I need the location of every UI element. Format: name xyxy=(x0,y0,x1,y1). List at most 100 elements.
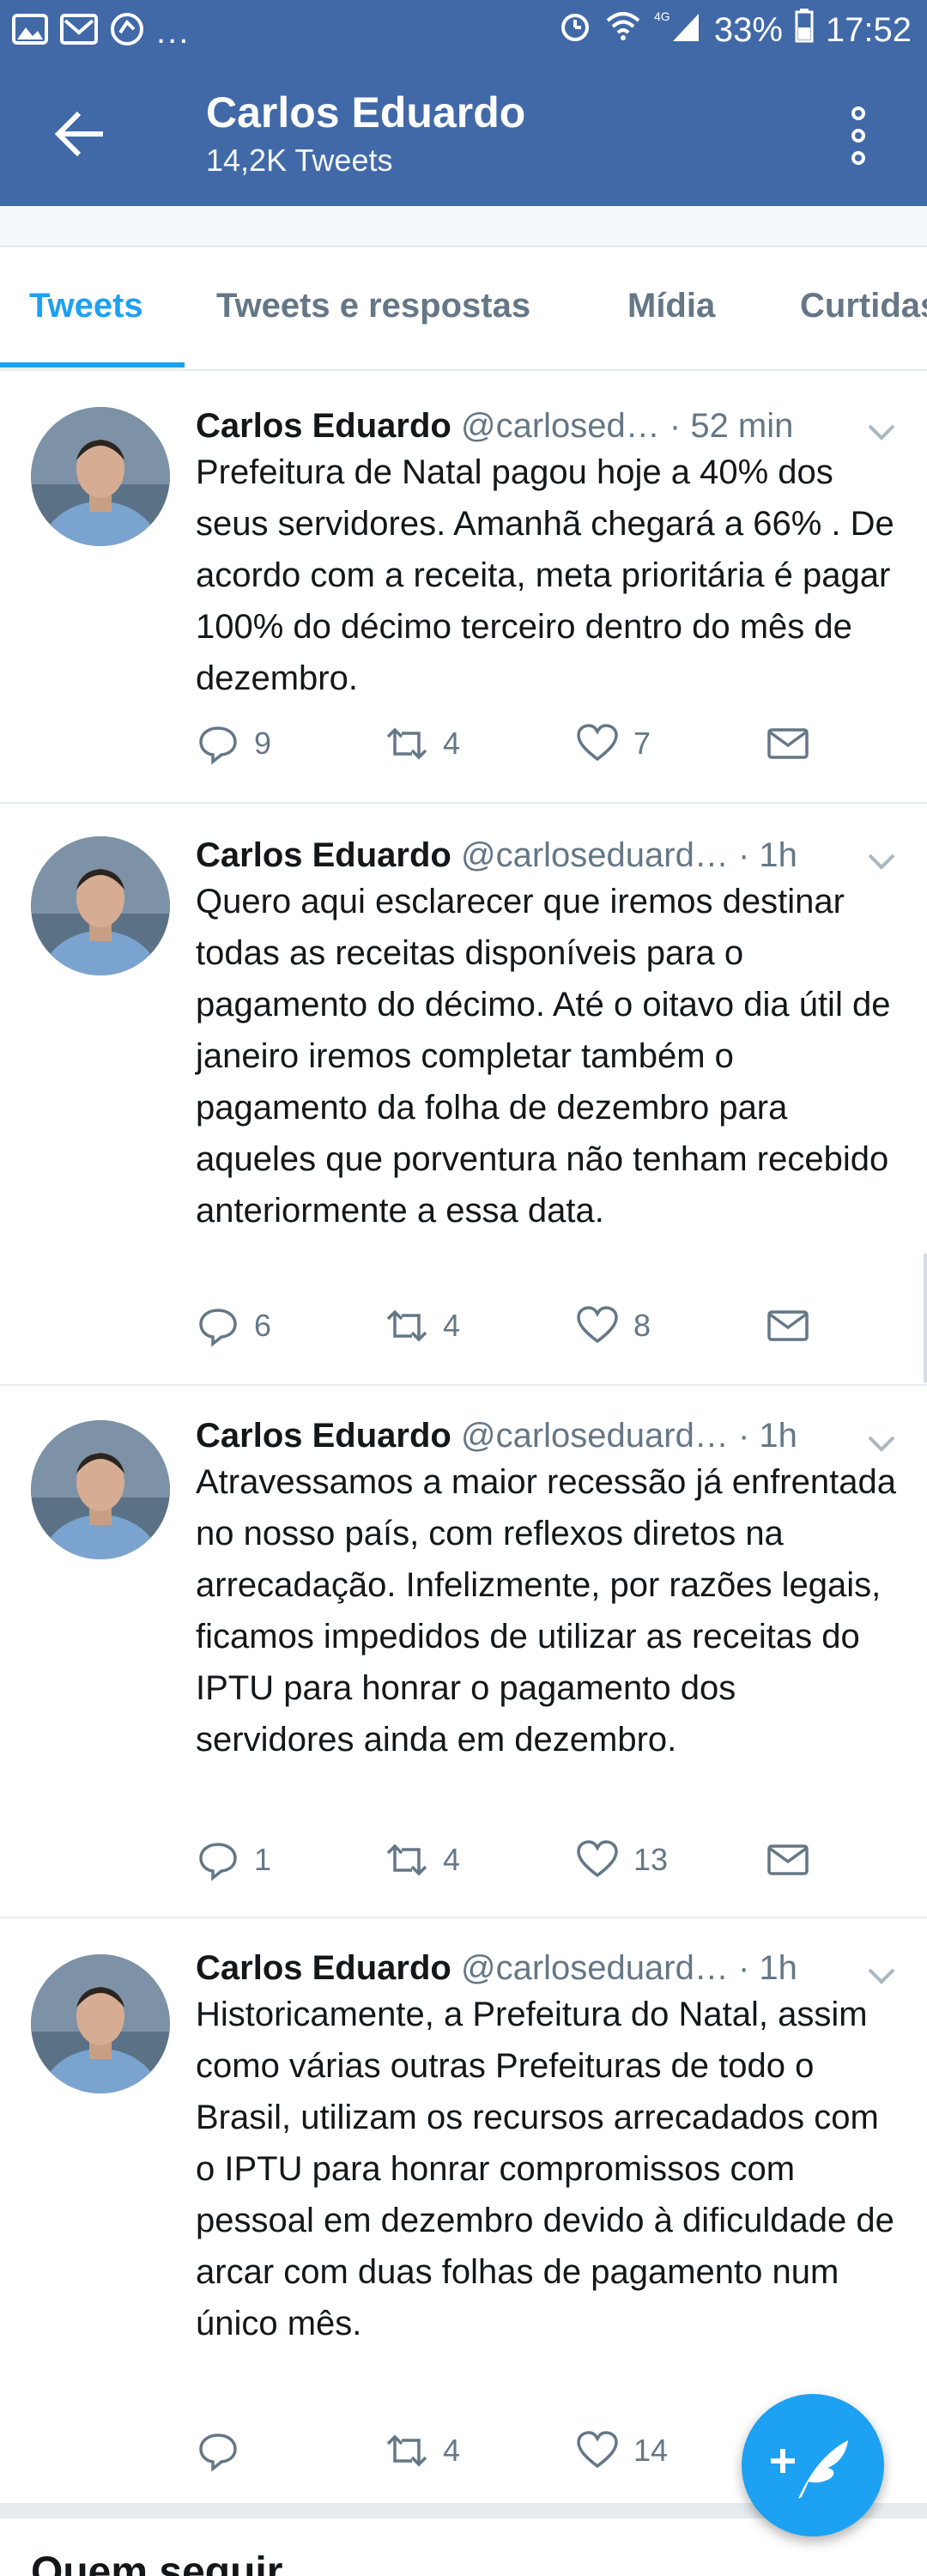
direct-message-button[interactable] xyxy=(766,721,810,766)
network-type: 4G xyxy=(654,9,670,23)
tweet-actions: 1 4 13 xyxy=(196,1838,900,1889)
back-button[interactable] xyxy=(53,110,108,158)
retweet-button[interactable]: 4 xyxy=(385,721,460,766)
reply-button[interactable]: 6 xyxy=(196,1303,271,1348)
heart-icon xyxy=(577,1840,618,1878)
header-gap xyxy=(0,206,927,247)
tab-likes[interactable]: Curtidas xyxy=(800,287,927,325)
battery-icon xyxy=(795,9,814,52)
arrow-left-icon xyxy=(54,111,103,157)
author-name[interactable]: Carlos Eduardo xyxy=(196,836,451,874)
reply-button[interactable]: 9 xyxy=(196,721,271,766)
tweet-actions: 6 4 8 xyxy=(196,1303,900,1355)
avatar[interactable] xyxy=(31,836,170,975)
author-handle[interactable]: @carloseduard… xyxy=(461,836,729,874)
tab-tweets[interactable]: Tweets xyxy=(29,287,143,325)
avatar[interactable] xyxy=(31,407,170,546)
tweet-text: Prefeitura de Natal pagou hoje a 40% dos… xyxy=(196,453,894,697)
tweet[interactable]: Carlos Eduardo @carlosed… · 52 min Prefe… xyxy=(0,373,927,804)
retweet-button[interactable]: 4 xyxy=(385,2428,460,2473)
envelope-icon xyxy=(767,1844,809,1875)
tab-tweets-and-replies[interactable]: Tweets e respostas xyxy=(216,287,530,325)
reply-button[interactable] xyxy=(196,2428,254,2473)
chevron-down-icon[interactable] xyxy=(867,422,896,441)
status-bar: ... 4G 33% 17:52 xyxy=(0,0,927,62)
like-count: 14 xyxy=(633,2433,669,2468)
profile-header: Carlos Eduardo 14,2K Tweets xyxy=(0,62,927,206)
retweet-count: 4 xyxy=(443,2433,461,2468)
like-button[interactable]: 14 xyxy=(575,2428,668,2473)
chevron-down-icon[interactable] xyxy=(867,1434,896,1453)
retweet-icon xyxy=(386,1844,427,1876)
more-options-button[interactable] xyxy=(850,106,867,165)
reply-icon xyxy=(199,2433,237,2472)
tweet-actions: 9 4 7 xyxy=(196,721,900,773)
tweet-count: 14,2K Tweets xyxy=(206,143,393,178)
retweet-icon xyxy=(386,1309,427,1342)
avatar[interactable] xyxy=(31,1420,170,1559)
tweet[interactable]: Carlos Eduardo @carloseduard… · 1h Quero… xyxy=(0,804,927,1386)
author-name[interactable]: Carlos Eduardo xyxy=(196,1417,451,1455)
like-button[interactable]: 8 xyxy=(575,1303,651,1348)
direct-message-button[interactable] xyxy=(766,1838,810,1882)
compose-feather-icon xyxy=(771,2440,848,2499)
more-notifications: ... xyxy=(156,12,191,51)
retweet-icon xyxy=(386,727,427,760)
author-name[interactable]: Carlos Eduardo xyxy=(196,407,451,445)
tweet-text: Quero aqui esclarecer que iremos destina… xyxy=(196,883,891,1230)
retweet-icon xyxy=(386,2434,427,2467)
reply-icon xyxy=(199,726,237,765)
profile-photo-icon xyxy=(31,1420,170,1559)
envelope-icon xyxy=(767,1310,809,1341)
author-handle[interactable]: @carloseduard… xyxy=(461,1417,729,1455)
active-tab-indicator xyxy=(0,362,185,368)
reply-count: 6 xyxy=(254,1308,272,1343)
profile-photo-icon xyxy=(31,1954,170,2093)
compose-tweet-button[interactable] xyxy=(742,2394,884,2537)
system-icons: 4G 33% 17:52 xyxy=(558,9,912,52)
retweet-count: 4 xyxy=(443,726,461,761)
like-count: 7 xyxy=(633,726,651,761)
alarm-icon xyxy=(558,9,592,52)
direct-message-button[interactable] xyxy=(766,1303,810,1348)
author-handle[interactable]: @carlosed… xyxy=(461,407,660,445)
reply-button[interactable]: 1 xyxy=(196,1838,271,1882)
tweet[interactable]: Carlos Eduardo @carloseduard… · 1h Atrav… xyxy=(0,1386,927,1918)
like-count: 8 xyxy=(633,1308,651,1343)
profile-photo-icon xyxy=(31,836,170,975)
profile-tabs: Tweets Tweets e respostas Mídia Curtidas xyxy=(0,249,927,371)
like-button[interactable]: 13 xyxy=(575,1838,668,1882)
scrollbar[interactable] xyxy=(924,1254,927,1382)
signal-icon: 4G xyxy=(654,9,702,52)
avatar[interactable] xyxy=(31,1954,170,2093)
like-count: 13 xyxy=(633,1842,669,1877)
author-handle[interactable]: @carloseduard… xyxy=(461,1949,729,1987)
tab-media[interactable]: Mídia xyxy=(627,287,715,325)
notification-icons: ... xyxy=(12,12,190,51)
reply-icon xyxy=(199,1309,237,1347)
tweet-time: · 52 min xyxy=(669,407,794,445)
mail-icon xyxy=(60,14,98,49)
envelope-icon xyxy=(767,728,809,759)
retweet-button[interactable]: 4 xyxy=(385,1838,460,1882)
battery-percent: 33% xyxy=(713,10,783,49)
wifi-icon xyxy=(604,9,642,52)
like-button[interactable]: 7 xyxy=(575,721,651,766)
clock: 17:52 xyxy=(825,10,912,49)
page-title: Carlos Eduardo xyxy=(206,88,526,137)
tweet-time: · 1h xyxy=(737,836,797,874)
tweet-text: Historicamente, a Prefeitura do Natal, a… xyxy=(196,1996,894,2342)
tweet-time: · 1h xyxy=(737,1417,797,1455)
image-icon xyxy=(12,14,48,49)
tweet-text: Atravessamos a maior recessão já enfrent… xyxy=(196,1463,896,1759)
tweet-time: · 1h xyxy=(737,1949,797,1987)
chevron-down-icon[interactable] xyxy=(867,1966,896,1985)
retweet-count: 4 xyxy=(443,1308,461,1343)
heart-icon xyxy=(577,724,618,762)
who-to-follow-heading: Quem seguir xyxy=(31,2549,283,2576)
chevron-down-icon[interactable] xyxy=(867,852,896,871)
retweet-button[interactable]: 4 xyxy=(385,1303,460,1348)
heart-icon xyxy=(577,2431,618,2469)
author-name[interactable]: Carlos Eduardo xyxy=(196,1949,451,1987)
kebab-menu-icon xyxy=(851,106,865,165)
